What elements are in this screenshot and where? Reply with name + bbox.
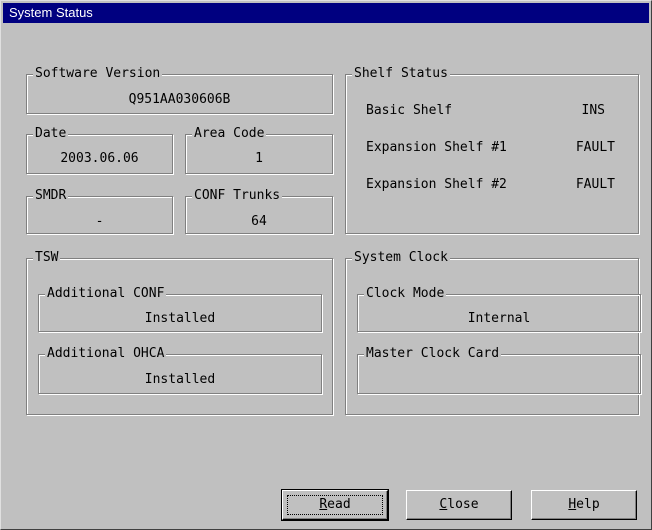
master-clock-card-box: Master Clock Card [357, 346, 641, 394]
software-version-box: Software Version Q951AA030606B [26, 66, 333, 114]
shelf-status-group: Shelf Status Basic Shelf INS Expansion S… [345, 66, 639, 234]
shelf-name-expansion-2: Expansion Shelf #2 [366, 177, 507, 192]
additional-ohca-value: Installed [144, 372, 216, 387]
window-title: System Status [9, 5, 93, 20]
shelf-status-label: Shelf Status [352, 66, 450, 82]
read-rest: ead [327, 497, 351, 512]
system-clock-group: System Clock Clock Mode Internal Master … [345, 250, 641, 415]
conf-trunks-label: CONF Trunks [192, 188, 283, 204]
title-bar: System Status [3, 3, 649, 23]
system-clock-label: System Clock [352, 250, 450, 266]
read-accel: R [319, 497, 328, 512]
shelf-state-expansion-1: FAULT [575, 140, 615, 155]
shelf-name-expansion-1: Expansion Shelf #1 [366, 140, 507, 155]
additional-ohca-box: Additional OHCA Installed [38, 346, 322, 394]
system-status-window: System Status Software Version Q951AA030… [0, 0, 652, 530]
date-label: Date [33, 126, 69, 142]
shelf-name-basic: Basic Shelf [366, 103, 453, 118]
shelf-state-expansion-2: FAULT [575, 177, 615, 192]
smdr-box: SMDR - [26, 188, 173, 234]
date-value: 2003.06.06 [60, 151, 139, 166]
tsw-label: TSW [33, 250, 61, 266]
close-rest: lose [447, 497, 479, 512]
software-version-label: Software Version [33, 66, 163, 82]
tsw-group: TSW Additional CONF Installed Additional… [26, 250, 333, 415]
help-accel: H [568, 497, 577, 512]
area-code-label: Area Code [192, 126, 267, 142]
date-box: Date 2003.06.06 [26, 126, 173, 174]
clock-mode-box: Clock Mode Internal [357, 286, 641, 332]
shelf-state-basic: INS [581, 103, 605, 118]
help-rest: elp [576, 497, 600, 512]
help-button[interactable]: Help [531, 490, 637, 520]
additional-conf-box: Additional CONF Installed [38, 286, 322, 332]
master-clock-card-label: Master Clock Card [364, 346, 502, 362]
read-button[interactable]: Read [281, 489, 389, 521]
software-version-value: Q951AA030606B [128, 92, 231, 107]
clock-mode-label: Clock Mode [364, 286, 447, 302]
clock-mode-value: Internal [467, 311, 531, 326]
conf-trunks-box: CONF Trunks 64 [185, 188, 333, 234]
smdr-value: - [95, 214, 104, 229]
close-button[interactable]: Close [406, 490, 512, 520]
additional-ohca-label: Additional OHCA [45, 346, 167, 362]
additional-conf-value: Installed [144, 311, 216, 326]
area-code-box: Area Code 1 [185, 126, 333, 174]
smdr-label: SMDR [33, 188, 69, 204]
additional-conf-label: Additional CONF [45, 286, 167, 302]
conf-trunks-value: 64 [251, 214, 267, 229]
area-code-value: 1 [255, 151, 263, 166]
